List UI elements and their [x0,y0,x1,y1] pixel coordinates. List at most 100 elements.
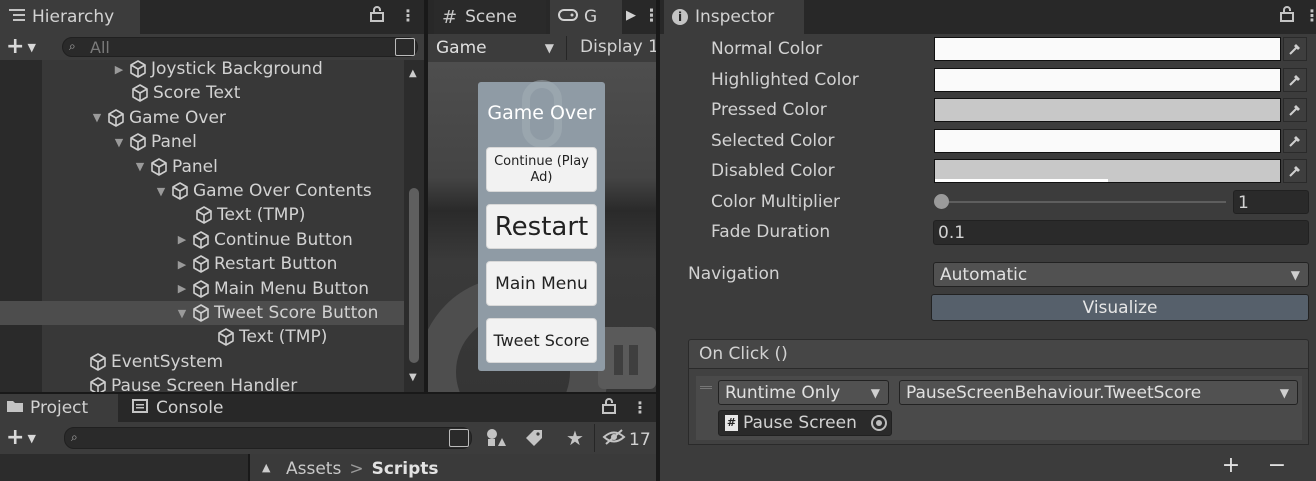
expand-arrow-right-icon[interactable]: ▶ [176,233,188,246]
expand-arrow-right-icon[interactable]: ▶ [113,63,125,76]
object-field[interactable]: # Pause Screen [718,410,892,436]
disabled-color-picker-icon[interactable] [1283,159,1307,183]
tab-project[interactable]: Project [0,394,118,422]
plus-icon: + [6,425,25,450]
game-view-dropdown[interactable]: Game ▼ [430,36,562,60]
project-add-button[interactable]: + ▼ [6,425,36,451]
hierarchy-scrollbar[interactable]: ▲ ▼ [404,60,424,392]
pause-icon [598,327,656,389]
fade-duration-field[interactable]: 0.1 [933,220,1309,245]
project-menu-icon[interactable]: ⋮ [632,398,648,417]
hierarchy-item[interactable]: ▼ Tweet Score Button [176,301,379,325]
hierarchy-menu-icon[interactable]: ⋮ [400,6,416,25]
remove-event-button[interactable]: − [1254,452,1300,480]
hierarchy-item-label: Panel [172,156,218,177]
disabled-color-swatch[interactable] [934,159,1281,183]
add-event-button[interactable]: + [1208,452,1254,480]
color-multiplier-value-field[interactable]: 1 [1233,190,1309,214]
grid-icon: # [442,6,458,28]
hierarchy-item[interactable]: ▶ Restart Button [176,252,338,276]
tweet-score-button[interactable]: Tweet Score [486,318,597,363]
breadcrumb-scripts[interactable]: Scripts [372,459,439,479]
hierarchy-item[interactable]: EventSystem [73,350,223,374]
main-menu-button-label: Main Menu [495,273,588,294]
expand-arrow-right-icon[interactable]: ▶ [176,282,188,295]
visualize-button[interactable]: Visualize [931,294,1309,321]
search-icon: ⌕ [69,39,76,53]
selected-color-swatch[interactable] [934,129,1281,153]
hierarchy-item[interactable]: Score Text [115,81,240,105]
inspector-menu-icon[interactable]: ⋮ [1304,6,1316,25]
tab-game[interactable]: G [550,0,622,34]
chevron-down-icon: ▼ [1290,267,1300,282]
scroll-thumb[interactable] [409,188,419,363]
disabled-color-label: Disabled Color [711,161,835,181]
chevron-down-icon: ▼ [1279,385,1289,400]
tab-hierarchy[interactable]: Hierarchy [0,0,140,34]
tab-scene[interactable]: # Scene [434,0,546,34]
hidden-packages-toggle[interactable]: 17 [602,428,651,451]
gameobject-cube-icon [129,133,147,151]
hierarchy-item[interactable]: ▶ Continue Button [176,228,353,252]
plus-icon: + [6,34,25,59]
favorites-star-icon[interactable]: ★ [566,426,584,450]
runtime-dropdown[interactable]: Runtime Only ▼ [718,380,889,405]
hierarchy-item[interactable]: ▼ Panel [113,130,197,154]
tab-inspector[interactable]: i Inspector [664,0,804,34]
expand-arrow-down-icon[interactable]: ▼ [176,307,188,320]
filter-by-type-icon[interactable] [485,428,507,453]
highlighted-color-picker-icon[interactable] [1283,68,1307,92]
continue-button[interactable]: Continue (Play Ad) [486,147,597,192]
color-multiplier-slider-thumb[interactable] [934,194,949,209]
restart-button[interactable]: Restart [486,204,597,249]
tab-console[interactable]: Console [132,394,224,422]
selected-color-picker-icon[interactable] [1283,129,1307,153]
folder-icon [6,398,24,418]
color-multiplier-label: Color Multiplier [711,192,841,212]
expand-arrow-down-icon[interactable]: ▼ [155,185,167,198]
tab-hierarchy-label: Hierarchy [32,7,115,27]
filter-by-label-icon[interactable] [524,428,544,453]
scroll-up-icon[interactable]: ▲ [262,461,270,474]
hierarchy-item[interactable]: ▼ Game Over [91,106,226,130]
scroll-down-icon[interactable]: ▼ [409,372,417,383]
project-lock-icon[interactable] [602,398,616,418]
navigation-dropdown[interactable]: Automatic ▼ [933,262,1309,287]
color-multiplier-slider-track[interactable] [940,201,1226,203]
tab-game-label: G [584,7,598,27]
hierarchy-lock-icon[interactable] [370,6,384,26]
hierarchy-item[interactable]: ▶ Main Menu Button [176,277,369,301]
pressed-color-swatch[interactable] [934,98,1281,122]
hierarchy-search-input[interactable]: ⌕ All [62,37,418,57]
pressed-color-picker-icon[interactable] [1283,98,1307,122]
hierarchy-item[interactable]: ▼ Panel [134,155,218,179]
project-search-input[interactable]: ⌕ [64,427,472,449]
hierarchy-item[interactable]: Text (TMP) [179,203,305,227]
hierarchy-item-label: Text (TMP) [217,205,306,226]
inspector-lock-icon[interactable] [1280,6,1294,26]
object-picker-icon[interactable] [871,415,887,431]
gameobject-cube-icon [195,206,213,225]
expand-arrow-down-icon[interactable]: ▼ [91,111,103,124]
hierarchy-item-label: Main Menu Button [214,278,370,299]
normal-color-swatch[interactable] [934,37,1281,61]
highlighted-color-swatch[interactable] [934,68,1281,92]
scroll-up-icon[interactable]: ▲ [409,68,417,79]
display-dropdown[interactable]: Display 1 [580,37,656,57]
search-options-icon[interactable] [395,38,415,56]
hierarchy-item-label: Text (TMP) [239,327,328,348]
hierarchy-item[interactable]: Text (TMP) [201,325,327,349]
function-dropdown[interactable]: PauseScreenBehaviour.TweetScore ▼ [899,380,1298,405]
tab-overflow-icon[interactable]: ▶ [626,8,636,23]
hierarchy-item[interactable]: ▼ Game Over Contents [155,179,372,203]
main-menu-button[interactable]: Main Menu [486,261,597,306]
hierarchy-add-button[interactable]: + ▼ [6,34,36,60]
normal-color-picker-icon[interactable] [1283,37,1307,61]
search-options-icon[interactable] [449,429,469,447]
expand-arrow-down-icon[interactable]: ▼ [113,136,125,149]
breadcrumb-assets[interactable]: Assets [286,459,341,479]
hierarchy-item[interactable]: ▶ Joystick Background [113,57,323,81]
expand-arrow-down-icon[interactable]: ▼ [134,160,146,173]
expand-arrow-right-icon[interactable]: ▶ [176,258,188,271]
drag-handle-icon[interactable] [700,386,712,389]
